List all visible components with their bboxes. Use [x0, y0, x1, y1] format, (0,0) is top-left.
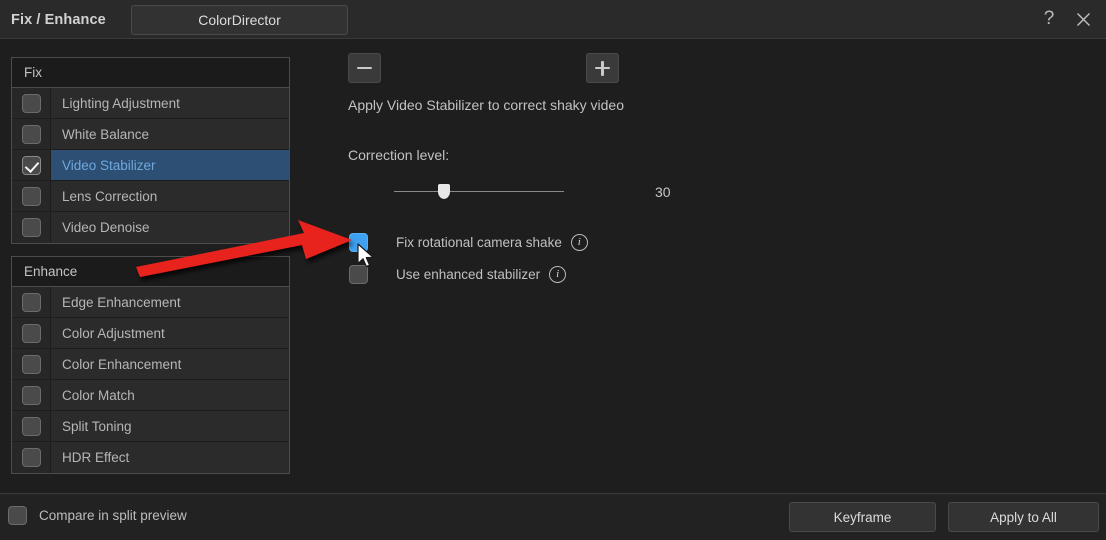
apply-to-all-button[interactable]: Apply to All: [948, 502, 1099, 532]
option-fix-rotational-camera-shake[interactable]: Fix rotational camera shake i: [349, 233, 588, 252]
lens-correction-checkbox[interactable]: [21, 186, 41, 206]
sidebar-item-color-adjustment[interactable]: Color Adjustment: [12, 318, 289, 349]
option-use-enhanced-stabilizer[interactable]: Use enhanced stabilizer i: [349, 265, 567, 284]
checkbox-cell[interactable]: [12, 380, 51, 410]
sidebar-item-label: Color Enhancement: [62, 356, 182, 372]
video-stabilizer-checkbox[interactable]: [21, 155, 41, 175]
sidebar-item-label: Lens Correction: [62, 188, 158, 204]
apply-to-all-button-label: Apply to All: [990, 509, 1057, 525]
keyframe-button[interactable]: Keyframe: [789, 502, 936, 532]
white-balance-checkbox[interactable]: [21, 124, 41, 144]
option-label: Use enhanced stabilizer: [396, 267, 541, 282]
help-icon[interactable]: ?: [1034, 4, 1064, 34]
sidebar-item-video-stabilizer[interactable]: Video Stabilizer: [12, 150, 289, 181]
color-adjustment-checkbox[interactable]: [21, 323, 41, 343]
close-icon[interactable]: [1068, 4, 1098, 34]
sidebar-item-label: Color Match: [62, 387, 135, 403]
hdr-effect-checkbox[interactable]: [21, 448, 41, 467]
sidebar-item-white-balance[interactable]: White Balance: [12, 119, 289, 150]
sidebar-item-color-match[interactable]: Color Match: [12, 380, 289, 411]
sidebar-item-label: Color Adjustment: [62, 325, 165, 341]
sidebar-item-label: HDR Effect: [62, 450, 130, 465]
option-label: Fix rotational camera shake: [396, 235, 562, 250]
group-fix: Fix Lighting Adjustment White Balance Vi…: [11, 57, 290, 244]
checkbox-cell[interactable]: [12, 318, 51, 348]
minus-icon: [357, 66, 372, 70]
checkbox-cell[interactable]: [12, 411, 51, 441]
checkbox-cell[interactable]: [12, 181, 51, 211]
decrease-button[interactable]: [348, 53, 381, 83]
compare-in-split-preview-option[interactable]: Compare in split preview: [8, 506, 187, 525]
page-title: Fix / Enhance: [11, 12, 106, 28]
checkbox-cell[interactable]: [12, 442, 51, 473]
checkbox-cell[interactable]: [12, 349, 51, 379]
group-enhance-header: Enhance: [12, 257, 289, 287]
sidebar-item-lens-correction[interactable]: Lens Correction: [12, 181, 289, 212]
increase-button[interactable]: [586, 53, 619, 83]
effect-description: Apply Video Stabilizer to correct shaky …: [348, 97, 624, 113]
group-enhance: Enhance Edge Enhancement Color Adjustmen…: [11, 256, 290, 474]
lighting-adjustment-checkbox[interactable]: [21, 93, 41, 113]
title-bar: Fix / Enhance ColorDirector ?: [0, 0, 1106, 39]
compare-in-split-preview-checkbox[interactable]: [8, 506, 27, 525]
compare-in-split-preview-label: Compare in split preview: [39, 508, 187, 523]
sidebar-item-label: Edge Enhancement: [62, 294, 181, 310]
sidebar-item-label: Video Stabilizer: [62, 157, 156, 173]
checkbox-cell[interactable]: [12, 212, 51, 243]
effects-sidebar: Fix Lighting Adjustment White Balance Vi…: [11, 57, 290, 486]
color-match-checkbox[interactable]: [21, 385, 41, 405]
use-enhanced-stabilizer-checkbox[interactable]: [349, 265, 368, 284]
sidebar-item-label: Lighting Adjustment: [62, 95, 180, 111]
keyframe-button-label: Keyframe: [833, 509, 892, 525]
checkbox-cell[interactable]: [12, 150, 51, 180]
fix-enhance-dialog: Fix / Enhance ColorDirector ? Fix Lighti…: [0, 0, 1106, 540]
footer-bar: Compare in split preview Keyframe Apply …: [0, 494, 1106, 540]
correction-level-slider-thumb[interactable]: [438, 184, 450, 199]
checkbox-cell[interactable]: [12, 287, 51, 317]
info-icon[interactable]: i: [570, 234, 588, 251]
sidebar-item-split-toning[interactable]: Split Toning: [12, 411, 289, 442]
correction-level-slider-track[interactable]: [394, 191, 564, 192]
split-toning-checkbox[interactable]: [21, 416, 41, 436]
sidebar-item-video-denoise[interactable]: Video Denoise: [12, 212, 289, 243]
color-enhancement-checkbox[interactable]: [21, 354, 41, 374]
group-fix-header: Fix: [12, 58, 289, 88]
edge-enhancement-checkbox[interactable]: [21, 292, 41, 312]
correction-level-label: Correction level:: [348, 147, 450, 163]
sidebar-item-hdr-effect[interactable]: HDR Effect: [12, 442, 289, 473]
tab-colordirector-label: ColorDirector: [198, 12, 281, 28]
checkbox-cell[interactable]: [12, 88, 51, 118]
checkbox-cell[interactable]: [12, 119, 51, 149]
sidebar-item-label: Split Toning: [62, 418, 132, 434]
fix-rotational-camera-shake-checkbox[interactable]: [349, 233, 368, 252]
sidebar-item-edge-enhancement[interactable]: Edge Enhancement: [12, 287, 289, 318]
sidebar-item-color-enhancement[interactable]: Color Enhancement: [12, 349, 289, 380]
video-denoise-checkbox[interactable]: [21, 218, 41, 237]
plus-icon-vertical: [601, 60, 604, 76]
tab-colordirector[interactable]: ColorDirector: [131, 5, 348, 35]
info-icon[interactable]: i: [549, 266, 567, 283]
sidebar-item-label: White Balance: [62, 126, 150, 142]
sidebar-item-label: Video Denoise: [62, 220, 150, 235]
sidebar-item-lighting-adjustment[interactable]: Lighting Adjustment: [12, 88, 289, 119]
correction-level-value: 30: [655, 184, 671, 200]
